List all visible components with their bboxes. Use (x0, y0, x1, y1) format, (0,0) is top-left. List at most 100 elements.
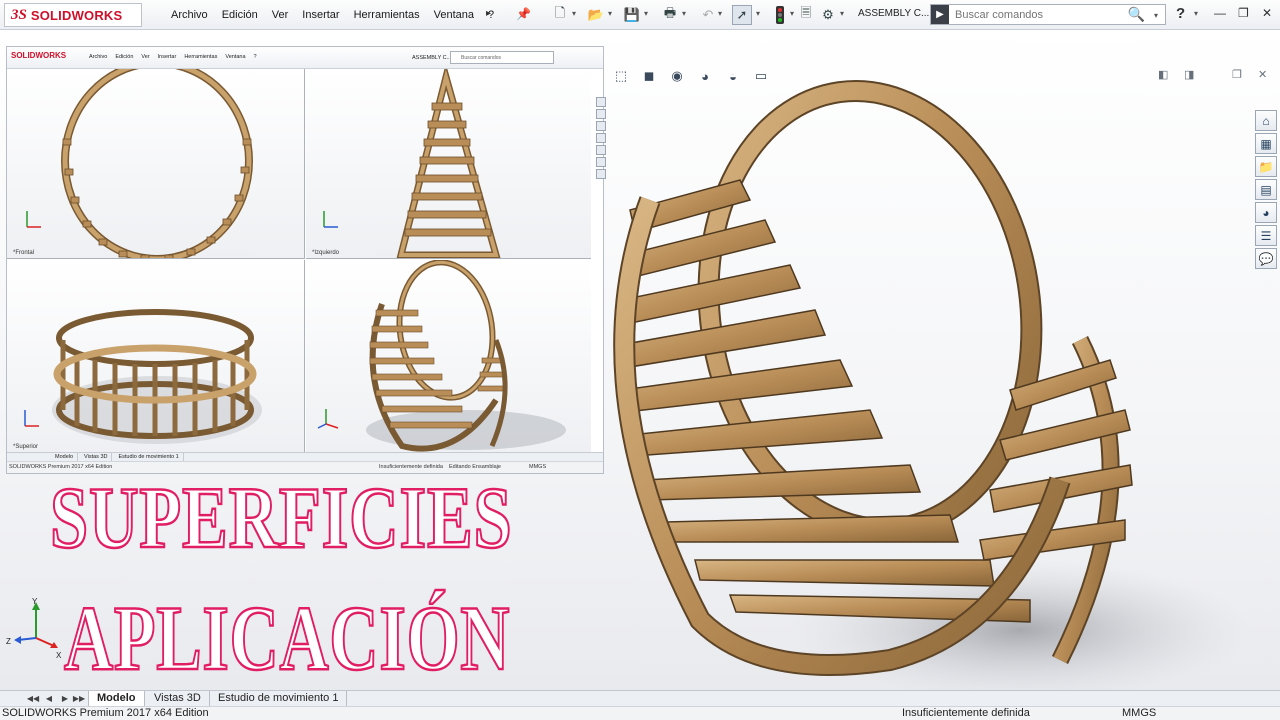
rocking-chair-model (613, 80, 1250, 700)
search-icon[interactable]: 🔍 (1128, 6, 1145, 23)
rebuild-dropdown-icon[interactable]: ▾ (790, 9, 794, 18)
custom-properties-icon[interactable]: ☰ (1255, 225, 1277, 246)
file-properties-icon[interactable]: 🗏 (796, 5, 816, 25)
top-view-label: *Superior (13, 444, 39, 450)
undo-dropdown-icon[interactable]: ▾ (718, 9, 722, 18)
forum-icon[interactable]: 💬 (1255, 248, 1277, 269)
top-view-model (52, 309, 262, 444)
restore-icon[interactable]: ❐ (1238, 6, 1249, 20)
left-view-label: *Izquierdo (312, 250, 340, 256)
title-bar: 3S SOLIDWORKS Archivo Edición Ver Insert… (0, 0, 1280, 30)
ds-logo-mark: 3S (11, 6, 27, 23)
solidworks-logo[interactable]: 3S SOLIDWORKS (4, 3, 142, 27)
inset-logo: SOLIDWORKS (11, 51, 67, 60)
front-view-pane[interactable]: *Frontal (7, 69, 305, 259)
print-dropdown-icon[interactable]: ▾ (682, 9, 686, 18)
help-dropdown-icon[interactable]: ▾ (1194, 9, 1198, 18)
inset-tab: Vistas 3D (80, 453, 113, 461)
tab-next-icon[interactable]: ▶ (58, 692, 72, 705)
command-search[interactable]: ▶ 🔍 ▾ (930, 4, 1166, 25)
triad-x-label: X (56, 651, 62, 660)
status-definition: Insuficientemente definida (902, 707, 1030, 719)
inset-tab: Modelo (51, 453, 79, 461)
inset-menu-item: Herramientas (184, 54, 218, 60)
options-dropdown-icon[interactable]: ▾ (840, 9, 844, 18)
tab-first-icon[interactable]: ◀◀ (26, 692, 40, 705)
viewport-close-icon[interactable]: ✕ (1258, 68, 1267, 81)
file-explorer-icon[interactable]: 📁 (1255, 156, 1277, 177)
inset-status-units: MMGS (529, 464, 547, 470)
isometric-view-model (366, 260, 566, 452)
help-button[interactable]: ? (1176, 5, 1185, 22)
select-dropdown-icon[interactable]: ▾ (756, 9, 760, 18)
triad-y-label: Y (32, 597, 38, 606)
four-view-screenshot: SOLIDWORKS Archivo Edición Ver Insertar … (6, 46, 606, 474)
status-product: SOLIDWORKS Premium 2017 x64 Edition (2, 707, 209, 719)
menu-edicion[interactable]: Edición (215, 9, 265, 21)
minimize-icon[interactable]: — (1214, 6, 1226, 20)
title-line-1: SUPERFICIES (49, 469, 513, 569)
save-icon[interactable]: 💾 (622, 5, 642, 25)
brand-name: SOLIDWORKS (30, 7, 123, 23)
design-library-icon[interactable]: ▤ (1255, 179, 1277, 200)
coordinate-triad: Y X Z (6, 597, 62, 660)
inset-tab: Estudio de movimiento 1 (114, 453, 184, 461)
triad-z-label: Z (6, 637, 11, 646)
isometric-view-triad (317, 409, 339, 429)
menu-expand-icon[interactable]: ▸ (486, 8, 491, 19)
close-icon[interactable]: ✕ (1262, 6, 1272, 20)
title-line-2: APLICACIÓN (63, 586, 511, 691)
appearances-icon[interactable]: ◕ (1255, 202, 1277, 223)
inset-menu-item: Ventana (225, 54, 246, 60)
inset-document-title: ASSEMBLY C... (412, 55, 452, 61)
menu-ventana[interactable]: Ventana (427, 9, 481, 21)
inset-task-pane (596, 97, 606, 179)
inset-menu-item: Ver (141, 54, 150, 60)
traffic-light-icon[interactable] (770, 5, 790, 25)
search-dropdown-icon[interactable]: ▾ (1154, 11, 1158, 20)
status-bar: SOLIDWORKS Premium 2017 x64 Edition Insu… (0, 706, 1280, 720)
tab-last-icon[interactable]: ▶▶ (72, 692, 86, 705)
search-input[interactable] (949, 8, 1129, 21)
status-units[interactable]: MMGS (1122, 707, 1156, 719)
inset-search: Buscar comandos (450, 51, 554, 64)
menu-bar: Archivo Edición Ver Insertar Herramienta… (164, 0, 501, 30)
new-document-icon[interactable]: 🗋 (550, 5, 570, 25)
menu-insertar[interactable]: Insertar (295, 9, 346, 21)
task-pane: ⌂ ▦ 📁 ▤ ◕ ☰ 💬 (1255, 110, 1279, 269)
undo-icon[interactable]: ↶ (698, 5, 718, 25)
gear-icon[interactable]: ⚙ (818, 5, 838, 25)
left-view-pane[interactable]: *Izquierdo (306, 69, 591, 259)
menu-herramientas[interactable]: Herramientas (347, 9, 427, 21)
tab-prev-icon[interactable]: ◀ (42, 692, 56, 705)
save-dropdown-icon[interactable]: ▾ (644, 9, 648, 18)
front-view-triad (26, 211, 41, 228)
document-title: ASSEMBLY C... (858, 8, 930, 19)
left-view-triad (323, 211, 338, 228)
open-folder-icon[interactable]: 📂 (586, 5, 606, 25)
tab-estudio-movimiento[interactable]: Estudio de movimiento 1 (210, 691, 348, 707)
new-dropdown-icon[interactable]: ▾ (572, 9, 576, 18)
print-icon[interactable]: 🖶 (660, 5, 680, 25)
menu-ver[interactable]: Ver (265, 9, 296, 21)
pin-icon[interactable]: 📌 (516, 7, 531, 21)
inset-menu-item: ? (253, 54, 257, 60)
menu-help[interactable]: ? (481, 9, 501, 21)
top-view-pane[interactable]: *Superior (7, 260, 305, 452)
model-tabs: ◀◀ ◀ ▶ ▶▶ Modelo Vistas 3D Estudio de mo… (0, 690, 1280, 707)
select-arrow-icon[interactable]: ➚ (732, 5, 752, 25)
resources-icon[interactable]: ▦ (1255, 133, 1277, 154)
home-icon[interactable]: ⌂ (1255, 110, 1277, 131)
open-dropdown-icon[interactable]: ▾ (608, 9, 612, 18)
inset-tabs: Modelo Vistas 3D Estudio de movimiento 1 (7, 452, 603, 461)
tab-modelo[interactable]: Modelo (88, 691, 145, 707)
left-view-model (396, 69, 501, 258)
inset-menu-item: Archivo (89, 54, 108, 60)
tab-vistas-3d[interactable]: Vistas 3D (146, 691, 210, 707)
inset-menu-item: Edición (115, 54, 134, 60)
menu-archivo[interactable]: Archivo (164, 9, 215, 21)
inset-menu-item: Insertar (157, 54, 177, 60)
top-view-triad (24, 410, 39, 427)
command-prompt-icon[interactable]: ▶ (931, 5, 949, 24)
isometric-view-pane[interactable] (306, 260, 591, 452)
